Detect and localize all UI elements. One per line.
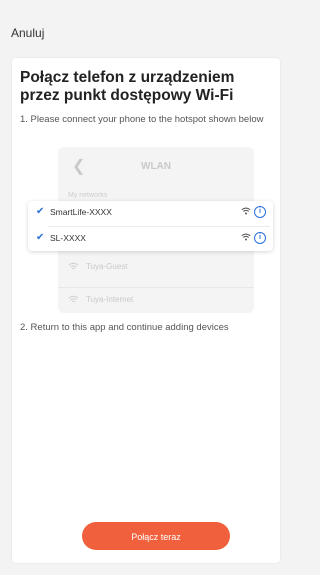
wlan-header: ❮ WLAN xyxy=(58,147,254,182)
network-row-tuya-internet: Tuya-Internet xyxy=(58,287,254,313)
network-name: SL-XXXX xyxy=(50,233,86,243)
wlan-title: WLAN xyxy=(141,161,171,172)
checkmark-icon: ✔ xyxy=(36,232,45,243)
wifi-icon xyxy=(241,233,251,241)
network-name: Tuya-Internet xyxy=(86,295,134,304)
wifi-icon xyxy=(68,262,79,270)
network-row-smartlife: ✔ SmartLife-XXXX i xyxy=(28,201,273,225)
page-title: Połącz telefon z urządzeniem przez punkt… xyxy=(20,69,235,104)
network-name: SmartLife-XXXX xyxy=(50,207,112,217)
info-icon: i xyxy=(254,206,266,218)
wifi-icon xyxy=(68,295,79,303)
highlighted-networks-panel: ✔ SmartLife-XXXX i ✔ SL-XXXX i xyxy=(28,201,273,251)
network-row-sl: ✔ SL-XXXX i xyxy=(28,227,273,251)
wifi-icon xyxy=(241,207,251,215)
step-2-instruction: 2. Return to this app and continue addin… xyxy=(20,322,229,333)
info-icon: i xyxy=(254,232,266,244)
checkmark-icon: ✔ xyxy=(36,206,45,217)
top-bar: Anuluj xyxy=(0,0,291,52)
my-networks-label: My networks xyxy=(68,192,108,199)
network-name: Tuya-Guest xyxy=(86,262,128,271)
connect-now-button[interactable]: Połącz teraz xyxy=(82,522,230,550)
cancel-button[interactable]: Anuluj xyxy=(11,26,44,40)
network-row-tuya-guest: Tuya-Guest xyxy=(58,254,254,280)
step-1-instruction: 1. Please connect your phone to the hots… xyxy=(20,114,264,125)
